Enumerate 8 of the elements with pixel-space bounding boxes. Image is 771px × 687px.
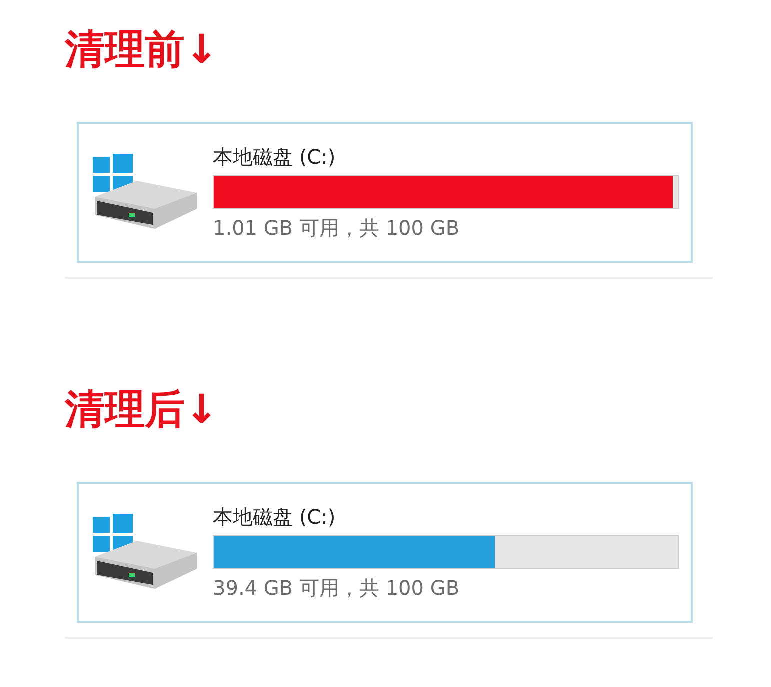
free-space-text: 1.01 GB 可用，共 100 GB — [213, 214, 461, 240]
free-space-text: 39.4 GB 可用，共 100 GB — [213, 574, 461, 600]
drive-name: 本地磁盘 (C:) — [213, 504, 337, 528]
drive-name: 本地磁盘 (C:) — [213, 144, 337, 168]
section-heading: 清理后↓ — [65, 390, 220, 430]
drive-tile[interactable]: 本地磁盘 (C:) 1.01 GB 可用，共 100 GB — [77, 122, 693, 263]
section-heading: 清理前↓ — [65, 30, 220, 70]
drive-tile[interactable]: 本地磁盘 (C:) 39.4 GB 可用，共 100 GB — [77, 482, 693, 623]
